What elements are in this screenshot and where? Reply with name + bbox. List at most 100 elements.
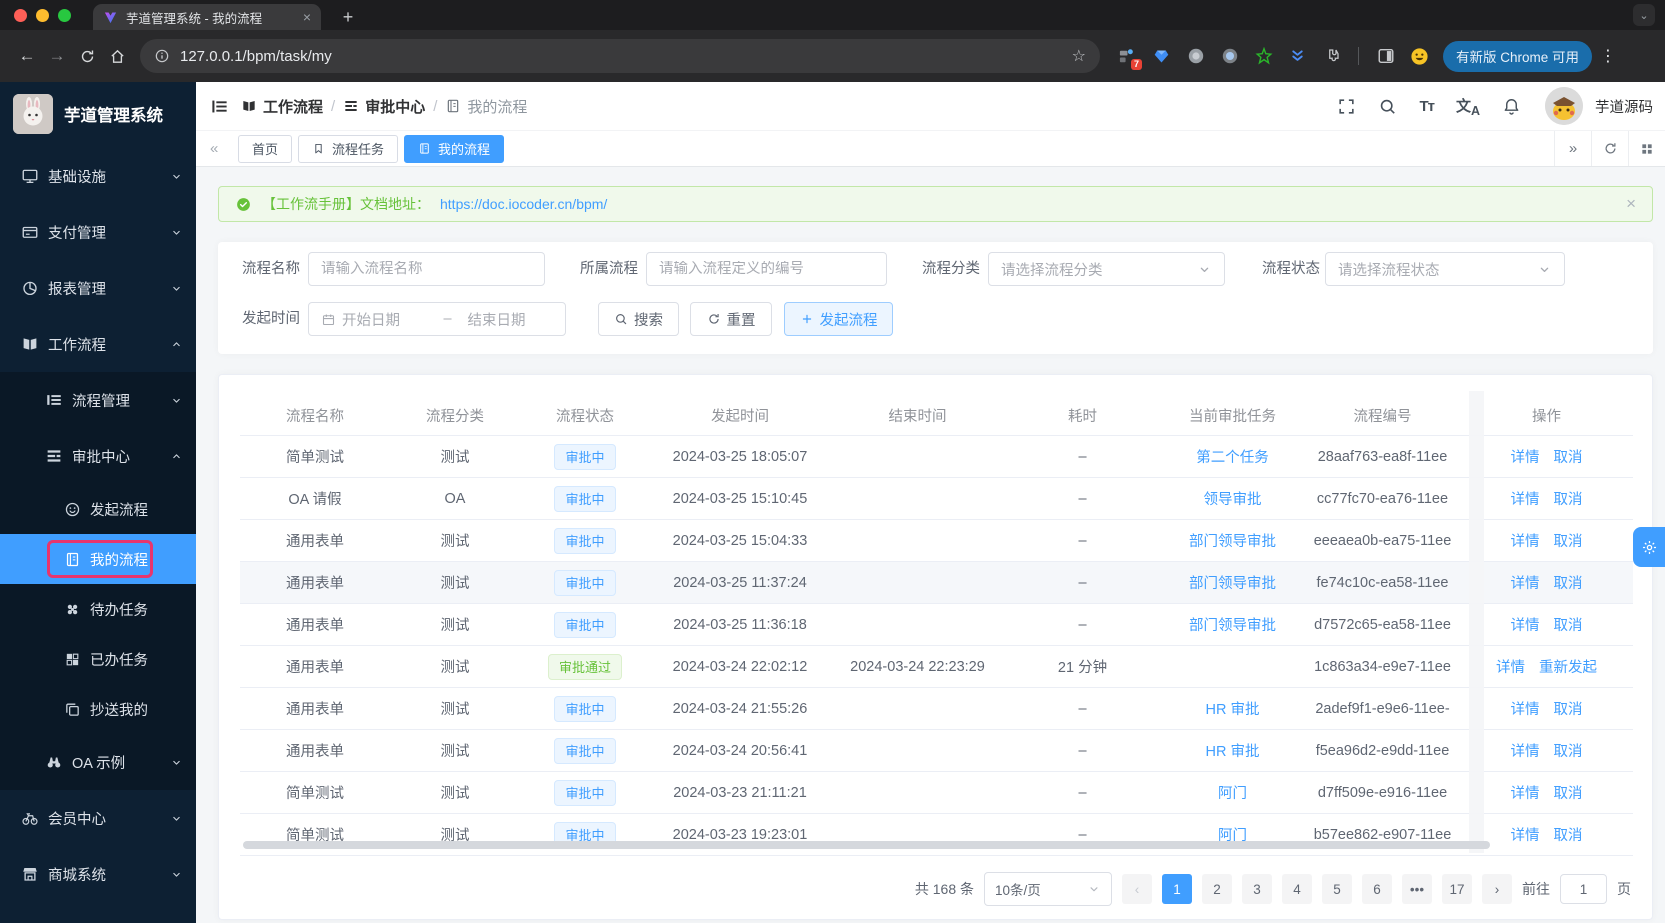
- sidebar-item-6[interactable]: 发起流程: [0, 484, 196, 534]
- sidebar-item-8[interactable]: 待办任务: [0, 584, 196, 634]
- app-logo[interactable]: 芋道管理系统: [0, 82, 196, 146]
- sidebar-item-1[interactable]: 支付管理: [0, 204, 196, 260]
- url-bar[interactable]: 127.0.0.1/bpm/task/my ☆: [140, 39, 1100, 73]
- action-link[interactable]: 取消: [1554, 488, 1583, 509]
- page-tab-1[interactable]: 流程任务: [298, 134, 399, 163]
- process-status-select[interactable]: 请选择流程状态: [1325, 252, 1565, 286]
- horizontal-scrollbar[interactable]: [243, 841, 1490, 849]
- action-link[interactable]: 重新发起: [1539, 656, 1597, 677]
- reload-button[interactable]: [72, 41, 102, 71]
- user-name[interactable]: 芋道源码: [1595, 96, 1653, 117]
- font-size-icon[interactable]: Tт: [1419, 98, 1434, 115]
- page-button-5[interactable]: 5: [1322, 874, 1352, 904]
- more-pages-button[interactable]: •••: [1402, 874, 1432, 904]
- breadcrumb-item-0[interactable]: 工作流程: [241, 96, 323, 117]
- window-minimize-button[interactable]: [36, 9, 49, 22]
- page-tab-0[interactable]: 首页: [238, 134, 293, 163]
- translate-icon[interactable]: 文A: [1456, 95, 1480, 118]
- current-task-link[interactable]: HR 审批: [1206, 744, 1260, 760]
- start-date-placeholder[interactable]: 开始日期: [342, 309, 427, 330]
- current-task-link[interactable]: 第二个任务: [1196, 450, 1269, 466]
- prev-page-button[interactable]: ‹: [1122, 874, 1152, 904]
- sidebar-item-0[interactable]: 基础设施: [0, 148, 196, 204]
- action-link[interactable]: 取消: [1554, 446, 1583, 467]
- doc-link[interactable]: https://doc.iocoder.cn/bpm/: [440, 196, 607, 212]
- current-task-link[interactable]: 领导审批: [1204, 492, 1262, 508]
- current-task-link[interactable]: 部门领导审批: [1189, 534, 1276, 550]
- tab-search-button[interactable]: ⌄: [1633, 4, 1655, 26]
- page-button-6[interactable]: 6: [1362, 874, 1392, 904]
- action-link[interactable]: 详情: [1511, 572, 1540, 593]
- action-link[interactable]: 详情: [1511, 740, 1540, 761]
- sidebar-item-10[interactable]: 抄送我的: [0, 684, 196, 734]
- action-link[interactable]: 取消: [1554, 614, 1583, 635]
- reset-button[interactable]: 重置: [690, 302, 772, 336]
- back-button[interactable]: ←: [12, 41, 42, 71]
- action-link[interactable]: 详情: [1511, 446, 1540, 467]
- sidebar-item-5[interactable]: 审批中心: [0, 428, 196, 484]
- alert-close-icon[interactable]: ×: [1626, 194, 1636, 214]
- collapse-sidebar-icon[interactable]: [210, 97, 229, 116]
- extension-icon[interactable]: 7: [1118, 47, 1142, 70]
- page-tab-2[interactable]: 我的流程: [404, 134, 505, 163]
- new-tab-button[interactable]: +: [336, 5, 360, 29]
- browser-tab[interactable]: 芋道管理系统 - 我的流程 ×: [93, 4, 321, 30]
- next-page-button[interactable]: ›: [1482, 874, 1512, 904]
- action-link[interactable]: 详情: [1511, 698, 1540, 719]
- home-button[interactable]: [102, 41, 132, 71]
- action-link[interactable]: 详情: [1511, 614, 1540, 635]
- sidebar-item-2[interactable]: 报表管理: [0, 260, 196, 316]
- search-button[interactable]: 搜索: [598, 302, 679, 336]
- refresh-page-icon[interactable]: [1591, 131, 1628, 166]
- action-link[interactable]: 取消: [1554, 572, 1583, 593]
- fullscreen-icon[interactable]: [1337, 97, 1356, 116]
- emoji-profile-icon[interactable]: [1410, 47, 1429, 66]
- side-panel-icon[interactable]: [1376, 47, 1395, 66]
- dot-extension-icon[interactable]: [1220, 47, 1239, 66]
- sidebar-item-9[interactable]: 已办任务: [0, 634, 196, 684]
- page-button-4[interactable]: 4: [1282, 874, 1312, 904]
- tabs-scroll-left-icon[interactable]: «: [210, 140, 230, 157]
- process-name-field[interactable]: [321, 261, 532, 277]
- process-category-select[interactable]: 请选择流程分类: [988, 252, 1225, 286]
- browser-menu-icon[interactable]: ⋮: [1600, 46, 1616, 66]
- page-button-2[interactable]: 2: [1202, 874, 1232, 904]
- star-extension-icon[interactable]: [1254, 47, 1273, 66]
- tabs-menu-icon[interactable]: [1628, 131, 1665, 166]
- action-link[interactable]: 取消: [1554, 740, 1583, 761]
- sidebar-item-4[interactable]: 流程管理: [0, 372, 196, 428]
- action-link[interactable]: 详情: [1511, 530, 1540, 551]
- action-link[interactable]: 取消: [1554, 530, 1583, 551]
- extensions-puzzle-icon[interactable]: [1322, 47, 1341, 66]
- circle-extension-icon[interactable]: [1186, 47, 1205, 66]
- action-link[interactable]: 详情: [1511, 782, 1540, 803]
- create-process-button[interactable]: 发起流程: [784, 302, 893, 336]
- bookmark-star-icon[interactable]: ☆: [1072, 46, 1086, 66]
- process-definition-input[interactable]: [646, 252, 887, 286]
- double-chevron-extension-icon[interactable]: [1288, 47, 1307, 66]
- breadcrumb-item-2[interactable]: 我的流程: [445, 96, 527, 117]
- action-link[interactable]: 详情: [1511, 824, 1540, 845]
- process-name-input[interactable]: [308, 252, 545, 286]
- sidebar-item-11[interactable]: OA 示例: [0, 734, 196, 790]
- current-task-link[interactable]: 部门领导审批: [1189, 618, 1276, 634]
- forward-button[interactable]: →: [42, 41, 72, 71]
- action-link[interactable]: 取消: [1554, 698, 1583, 719]
- action-link[interactable]: 取消: [1554, 782, 1583, 803]
- current-task-link[interactable]: 阿门: [1218, 786, 1247, 802]
- breadcrumb-item-1[interactable]: 审批中心: [343, 96, 425, 117]
- window-maximize-button[interactable]: [58, 9, 71, 22]
- current-task-link[interactable]: HR 审批: [1206, 702, 1260, 718]
- sidebar-item-12[interactable]: 会员中心: [0, 790, 196, 846]
- page-button-3[interactable]: 3: [1242, 874, 1272, 904]
- window-controls[interactable]: [14, 9, 71, 22]
- page-size-select[interactable]: 10条/页: [984, 872, 1112, 906]
- settings-drawer-button[interactable]: [1633, 527, 1665, 567]
- page-button-1[interactable]: 1: [1162, 874, 1192, 904]
- tabs-scroll-right-icon[interactable]: »: [1554, 131, 1591, 166]
- url-text[interactable]: 127.0.0.1/bpm/task/my: [180, 48, 1062, 65]
- tab-close-icon[interactable]: ×: [303, 9, 311, 25]
- sidebar-item-13[interactable]: 商城系统: [0, 846, 196, 902]
- goto-page-input[interactable]: [1560, 874, 1607, 904]
- site-info-icon[interactable]: [154, 48, 170, 64]
